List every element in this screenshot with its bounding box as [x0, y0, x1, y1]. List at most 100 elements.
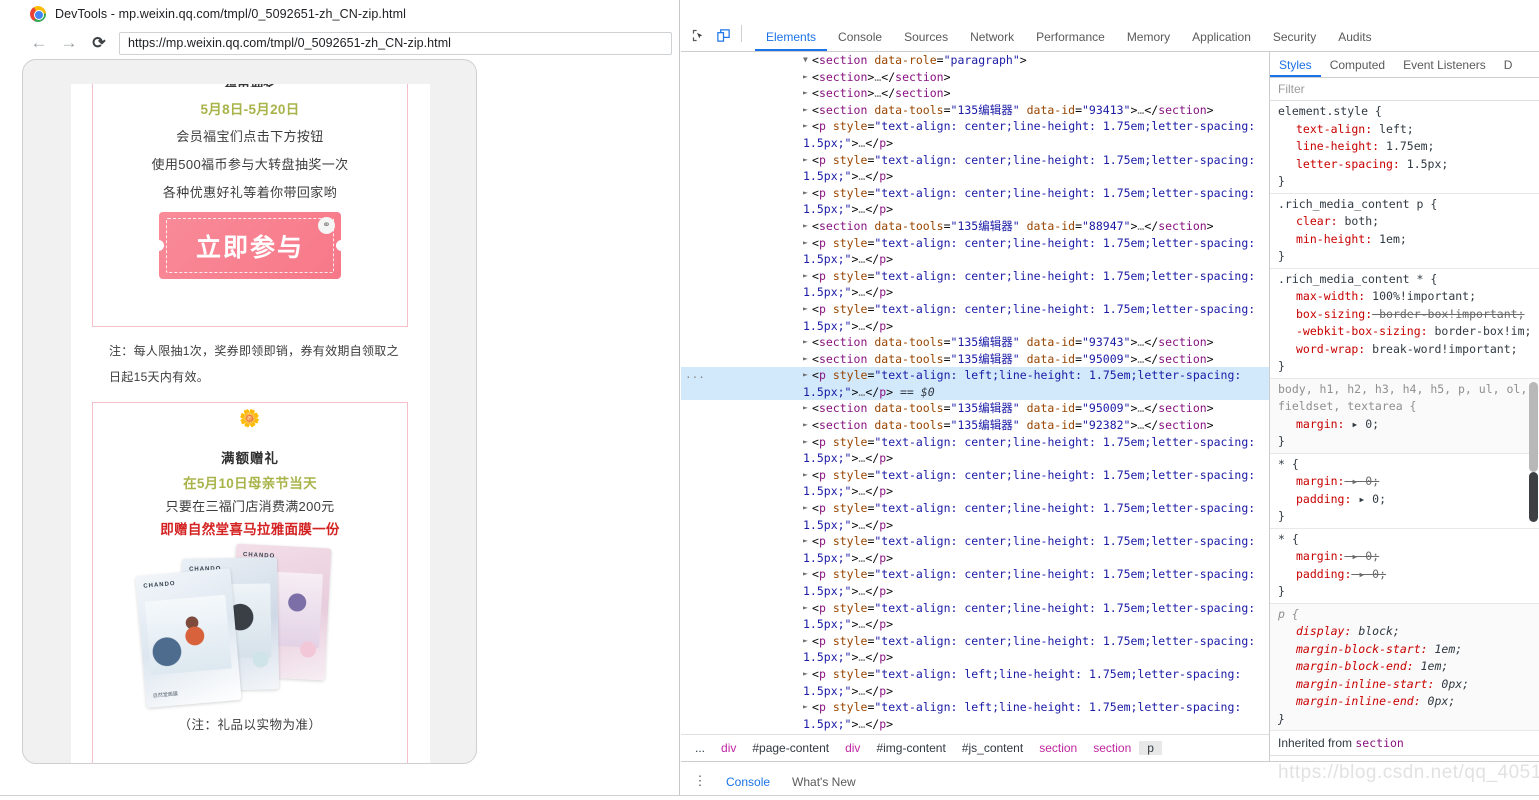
breadcrumb-item-div[interactable]: div — [713, 741, 744, 755]
style-property-name[interactable]: margin: — [1278, 473, 1344, 491]
tab-application[interactable]: Application — [1181, 30, 1262, 51]
style-property-value[interactable]: break-word!important; — [1365, 342, 1517, 356]
dom-node[interactable]: ► <section data-tools="135编辑器" data-id="8… — [681, 218, 1269, 235]
css-rule-4[interactable]: * {margin: ▸ 0; padding: ▸ 0;} — [1270, 454, 1539, 529]
dom-node[interactable]: ► <p style="text-align: left;line-height:… — [681, 699, 1269, 732]
style-property-value[interactable]: border-box!important; — [1372, 307, 1524, 321]
style-property-name[interactable]: text-align: — [1278, 121, 1372, 139]
dom-node[interactable]: ► <p style="text-align: center;line-heigh… — [681, 467, 1269, 500]
style-property-value[interactable]: border-box!im; — [1428, 324, 1531, 338]
dom-node[interactable]: ► <section data-tools="135编辑器" data-id="9… — [681, 417, 1269, 434]
dom-node[interactable]: ► <p style="text-align: center;line-heigh… — [681, 152, 1269, 185]
breadcrumb-item-section[interactable]: section — [1085, 741, 1139, 755]
style-property-value[interactable]: 100%!important; — [1365, 289, 1476, 303]
css-selector[interactable]: .rich_media_content * { — [1278, 271, 1539, 289]
dom-node[interactable]: ► <p style="text-align: center;line-heigh… — [681, 118, 1269, 151]
css-selector[interactable]: * { — [1278, 531, 1539, 549]
breadcrumb-item-page-content[interactable]: #page-content — [744, 741, 837, 755]
tab-audits[interactable]: Audits — [1327, 30, 1382, 51]
tab-memory[interactable]: Memory — [1116, 30, 1181, 51]
style-declaration[interactable]: margin: ▸ 0; — [1278, 473, 1539, 491]
tab-security[interactable]: Security — [1262, 30, 1327, 51]
style-property-value[interactable]: ▸ 0; — [1351, 567, 1386, 581]
dom-node[interactable]: ► <section data-tools="135编辑器" data-id="9… — [681, 400, 1269, 417]
style-declaration[interactable]: text-align: left; — [1278, 121, 1539, 139]
dom-node[interactable]: ► <p style="text-align: center;line-heigh… — [681, 533, 1269, 566]
style-property-name[interactable]: padding: — [1278, 566, 1351, 584]
tab-network[interactable]: Network — [959, 30, 1025, 51]
expand-triangle-icon[interactable]: ► — [803, 185, 812, 202]
expand-triangle-icon[interactable]: ► — [803, 400, 812, 417]
dom-node[interactable]: ► <p style="text-align: center;line-heigh… — [681, 600, 1269, 633]
style-declaration[interactable]: display: block; — [1278, 623, 1539, 641]
expand-triangle-icon[interactable]: ► — [803, 102, 812, 119]
style-property-value[interactable]: ▸ 0; — [1344, 474, 1379, 488]
css-rule-1[interactable]: .rich_media_content p {clear: both; min-h… — [1270, 194, 1539, 269]
style-property-name[interactable]: line-height: — [1278, 138, 1379, 156]
style-property-value[interactable]: 1.5px; — [1400, 157, 1449, 171]
style-property-name[interactable]: word-wrap: — [1278, 341, 1365, 359]
expand-triangle-icon[interactable]: ► — [803, 69, 812, 86]
style-property-name[interactable]: clear: — [1278, 213, 1338, 231]
style-declaration[interactable]: line-height: 1.75em; — [1278, 138, 1539, 156]
expand-triangle-icon[interactable]: ► — [803, 85, 812, 102]
style-property-name[interactable]: -webkit-box-sizing: — [1278, 323, 1428, 341]
style-declaration[interactable]: box-sizing: border-box!important; — [1278, 306, 1539, 324]
dom-node[interactable]: ► <p style="text-align: center;line-heigh… — [681, 235, 1269, 268]
tab-computed[interactable]: Computed — [1321, 58, 1394, 77]
style-property-value[interactable]: 0px; — [1434, 677, 1469, 691]
tab-styles[interactable]: Styles — [1270, 58, 1321, 77]
tab-console[interactable]: Console — [827, 30, 893, 51]
expand-triangle-icon[interactable]: ► — [803, 434, 812, 451]
style-property-value[interactable]: 0px; — [1421, 694, 1456, 708]
dom-node[interactable]: ► <p style="text-align: center;line-heigh… — [681, 566, 1269, 599]
reload-icon[interactable]: ⟳ — [86, 30, 112, 56]
style-property-name[interactable]: margin-inline-start: — [1278, 676, 1434, 694]
forward-arrow-icon[interactable]: → — [56, 30, 82, 56]
dom-node[interactable]: ► <p style="text-align: center;line-heigh… — [681, 268, 1269, 301]
breadcrumb-item-img-content[interactable]: #img-content — [868, 741, 953, 755]
dom-node[interactable]: ► <section>…</section> — [681, 69, 1269, 86]
expand-triangle-icon[interactable]: ► — [803, 235, 812, 252]
style-property-name[interactable]: margin-block-start: — [1278, 641, 1428, 659]
expand-triangle-icon[interactable]: ► — [803, 334, 812, 351]
expand-triangle-icon[interactable]: ► — [803, 118, 812, 135]
expand-triangle-icon[interactable]: ► — [803, 417, 812, 434]
expand-triangle-icon[interactable]: ► — [803, 699, 812, 716]
dom-node[interactable]: ► <p style="text-align: center;line-heigh… — [681, 434, 1269, 467]
expand-triangle-icon[interactable]: ► — [803, 268, 812, 285]
style-declaration[interactable]: clear: both; — [1278, 213, 1539, 231]
expand-triangle-icon[interactable]: ▼ — [803, 52, 812, 69]
style-property-value[interactable]: 1em; — [1372, 232, 1407, 246]
css-rule-6[interactable]: p {display: block; margin-block-start: 1e… — [1270, 603, 1539, 731]
style-property-value[interactable]: left; — [1372, 122, 1414, 136]
style-property-name[interactable]: box-sizing: — [1278, 306, 1372, 324]
style-property-name[interactable]: display: — [1278, 623, 1351, 641]
dom-node[interactable]: ► <section data-tools="135编辑器" data-id="9… — [681, 102, 1269, 119]
style-declaration[interactable]: margin: ▸ 0; — [1278, 548, 1539, 566]
address-bar[interactable]: https://mp.weixin.qq.com/tmpl/0_5092651-… — [119, 31, 672, 55]
style-property-name[interactable]: margin-block-end: — [1278, 658, 1414, 676]
css-selector[interactable]: body, h1, h2, h3, h4, h5, p, ul, ol, fie… — [1278, 381, 1539, 416]
style-declaration[interactable]: margin: ▸ 0; — [1278, 416, 1539, 434]
inspect-element-icon[interactable] — [687, 24, 709, 46]
dom-node[interactable]: ► <section data-tools="135编辑器" data-id="9… — [681, 334, 1269, 351]
style-property-value[interactable]: 1em; — [1428, 642, 1462, 656]
tab-performance[interactable]: Performance — [1025, 30, 1116, 51]
expand-triangle-icon[interactable]: ► — [803, 500, 812, 517]
dom-node[interactable]: ► <section>…</section> — [681, 85, 1269, 102]
style-property-value[interactable]: 1.75em; — [1379, 139, 1434, 153]
style-property-name[interactable]: max-width: — [1278, 288, 1365, 306]
tab-dom-breakpoints[interactable]: D — [1495, 58, 1522, 77]
expand-triangle-icon[interactable]: ► — [803, 600, 812, 617]
style-property-value[interactable]: ▸ 0; — [1344, 417, 1379, 431]
style-declaration[interactable]: padding: ▸ 0; — [1278, 491, 1539, 509]
style-property-value[interactable]: 1em; — [1414, 659, 1449, 673]
inherited-source-tag[interactable]: section — [1355, 736, 1403, 750]
tab-elements[interactable]: Elements — [755, 30, 828, 51]
styles-rules-list[interactable]: element.style {text-align: left; line-hei… — [1270, 101, 1539, 761]
style-property-value[interactable]: both; — [1338, 214, 1379, 228]
dom-tree[interactable]: ▼ <section data-role="paragraph"> ► <sectio… — [681, 52, 1269, 734]
style-declaration[interactable]: padding: ▸ 0; — [1278, 566, 1539, 584]
css-selector[interactable]: * { — [1278, 456, 1539, 474]
